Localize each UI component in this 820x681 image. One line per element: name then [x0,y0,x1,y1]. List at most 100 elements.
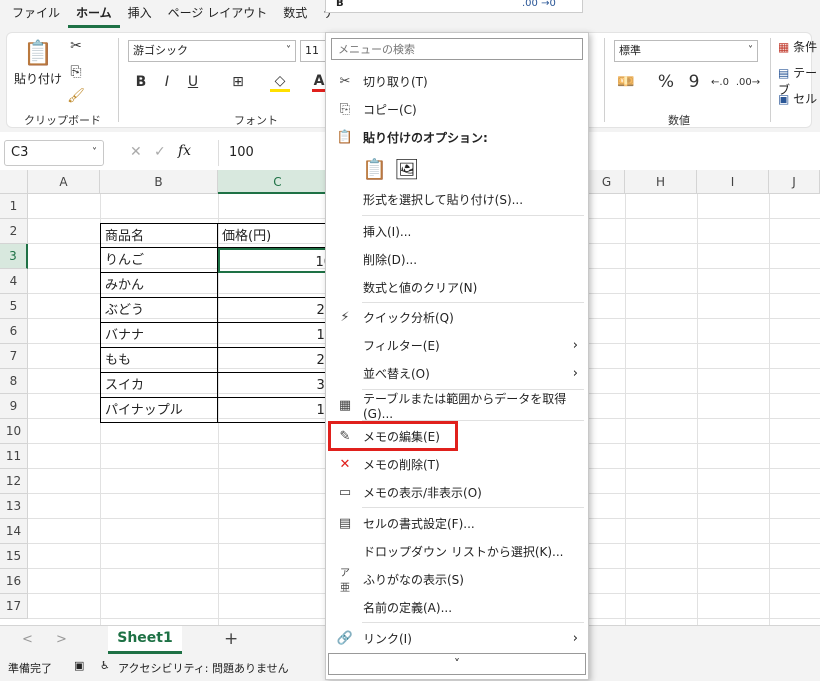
mini-decimal-buttons[interactable]: .00 →0 [522,0,556,9]
cut-icon[interactable]: ✂ [66,36,86,56]
row-header[interactable]: 16 [0,569,28,594]
paste-icon[interactable]: 📋 [20,38,56,68]
menu-item-format-cells[interactable]: ▤ セルの書式設定(F)... [326,509,588,537]
decrease-decimal-icon[interactable]: .00→ [736,72,760,92]
column-header-c[interactable]: C [218,170,338,194]
row-header[interactable]: 11 [0,444,28,469]
currency-icon[interactable]: 💴 [616,72,636,92]
border-icon[interactable]: ⊞ [228,72,248,92]
row-header[interactable]: 10 [0,419,28,444]
row-header[interactable]: 8 [0,369,28,394]
price-cell[interactable]: 18 [218,398,338,423]
menu-item-link[interactable]: 🔗 リンク(I) › [326,624,588,652]
select-all-corner[interactable] [0,170,28,194]
paste-option-picture-icon[interactable]: 🖼 [394,157,419,181]
menu-home[interactable]: ホーム [68,0,120,28]
column-header-h[interactable]: H [625,170,697,194]
menu-item-quick-analysis[interactable]: ⚡ クイック分析(Q) [326,303,588,331]
italic-button[interactable]: I [158,72,176,92]
menu-item-insert[interactable]: 挿入(I)... [326,217,588,245]
copy-icon[interactable]: ⎘ [66,62,86,82]
menu-item-paste-special[interactable]: 形式を選択して貼り付け(S)... [326,185,588,213]
increase-decimal-icon[interactable]: ←.0 [710,72,730,92]
menu-insert[interactable]: 挿入 [120,0,160,28]
row-header[interactable]: 4 [0,269,28,294]
menu-item-sort[interactable]: 並べ替え(O) › [326,359,588,387]
menu-item-filter[interactable]: フィルター(E) › [326,331,588,359]
column-header-j[interactable]: J [769,170,820,194]
column-header-a[interactable]: A [28,170,100,194]
comma-button[interactable]: 9 [684,72,704,92]
prev-sheet-icon[interactable]: < [22,632,33,647]
price-cell[interactable]: 30 [218,373,338,398]
row-header[interactable]: 14 [0,519,28,544]
header-price[interactable]: 価格(円) [218,223,338,248]
menu-file[interactable]: ファイル [4,0,68,28]
macro-record-icon[interactable]: ▣ [74,659,84,672]
menu-item-dropdown[interactable]: ドロップダウン リストから選択(K)... [326,537,588,565]
row-header[interactable]: 2 [0,219,28,244]
bold-button[interactable]: B [132,72,150,92]
product-cell[interactable]: もも [100,348,218,373]
price-cell[interactable]: 8 [218,273,338,298]
price-cell[interactable]: 20 [218,298,338,323]
row-header[interactable]: 9 [0,394,28,419]
row-header[interactable]: 17 [0,594,28,619]
row-header[interactable]: 5 [0,294,28,319]
paste-button[interactable]: 貼り付け [14,70,62,87]
row-header[interactable]: 7 [0,344,28,369]
menu-page-layout[interactable]: ページ レイアウト [160,0,276,28]
menu-item-delete[interactable]: 削除(D)... [326,245,588,273]
product-cell[interactable]: りんご [100,248,218,273]
insert-function-button[interactable]: fx [178,143,191,159]
menu-item-clear[interactable]: 数式と値のクリア(N) [326,273,588,301]
menu-item-show-note[interactable]: ▭ メモの表示/非表示(O) [326,478,588,506]
product-cell[interactable]: みかん [100,273,218,298]
menu-more-button[interactable]: ˅ [328,653,586,675]
row-header[interactable]: 12 [0,469,28,494]
paste-option-clipboard-icon[interactable]: 📋 [362,157,387,181]
price-cell[interactable]: 15 [218,323,338,348]
font-color-icon[interactable]: A [312,72,326,92]
cell-styles-button[interactable]: ▣ セル [778,90,817,107]
percent-button[interactable]: % [656,72,676,92]
menu-formulas[interactable]: 数式 [275,0,315,28]
add-sheet-button[interactable]: + [224,629,238,649]
product-cell[interactable]: スイカ [100,373,218,398]
conditional-format-button[interactable]: ▦ 条件 [778,38,817,55]
column-header-i[interactable]: I [697,170,769,194]
column-header-g[interactable]: G [589,170,625,194]
menu-item-get-data[interactable]: ▦ テーブルまたは範囲からデータを取得(G)... [326,391,588,421]
price-cell[interactable]: 25 [218,348,338,373]
product-cell[interactable]: バナナ [100,323,218,348]
accessibility-status[interactable]: アクセシビリティ: 問題ありません [118,660,289,676]
menu-item-copy[interactable]: ⎘ コピー(C) [326,95,588,123]
row-header[interactable]: 3 [0,244,28,269]
mini-bold-button[interactable]: B [336,0,344,9]
price-cell[interactable]: 10 [218,248,338,273]
product-cell[interactable]: ぶどう [100,298,218,323]
fill-color-icon[interactable]: ◇ [270,72,290,92]
row-header[interactable]: 13 [0,494,28,519]
accessibility-icon[interactable]: ♿ [100,659,110,672]
name-box[interactable]: C3 ˅ [4,140,104,166]
product-cell[interactable]: パイナップル [100,398,218,423]
underline-button[interactable]: U [184,72,202,92]
format-painter-icon[interactable]: 🖌 [66,86,86,106]
sheet-tab-sheet1[interactable]: Sheet1 [108,626,182,654]
enter-icon[interactable]: ✓ [154,144,166,160]
number-format-combo[interactable]: 標準 ˅ [614,40,758,62]
menu-item-define-name[interactable]: 名前の定義(A)... [326,593,588,621]
next-sheet-icon[interactable]: > [56,632,67,647]
row-header[interactable]: 15 [0,544,28,569]
cancel-icon[interactable]: ✕ [130,144,142,160]
column-header-b[interactable]: B [100,170,218,194]
menu-item-cut[interactable]: ✂ 切り取り(T) [326,67,588,95]
header-product[interactable]: 商品名 [100,223,218,248]
menu-search-input[interactable] [331,38,583,60]
row-header[interactable]: 1 [0,194,28,219]
row-header[interactable]: 6 [0,319,28,344]
menu-item-phonetic[interactable]: ア亜 ふりがなの表示(S) [326,565,588,594]
font-name-combo[interactable]: 游ゴシック ˅ [128,40,296,62]
menu-item-delete-note[interactable]: ✕ メモの削除(T) [326,450,588,478]
